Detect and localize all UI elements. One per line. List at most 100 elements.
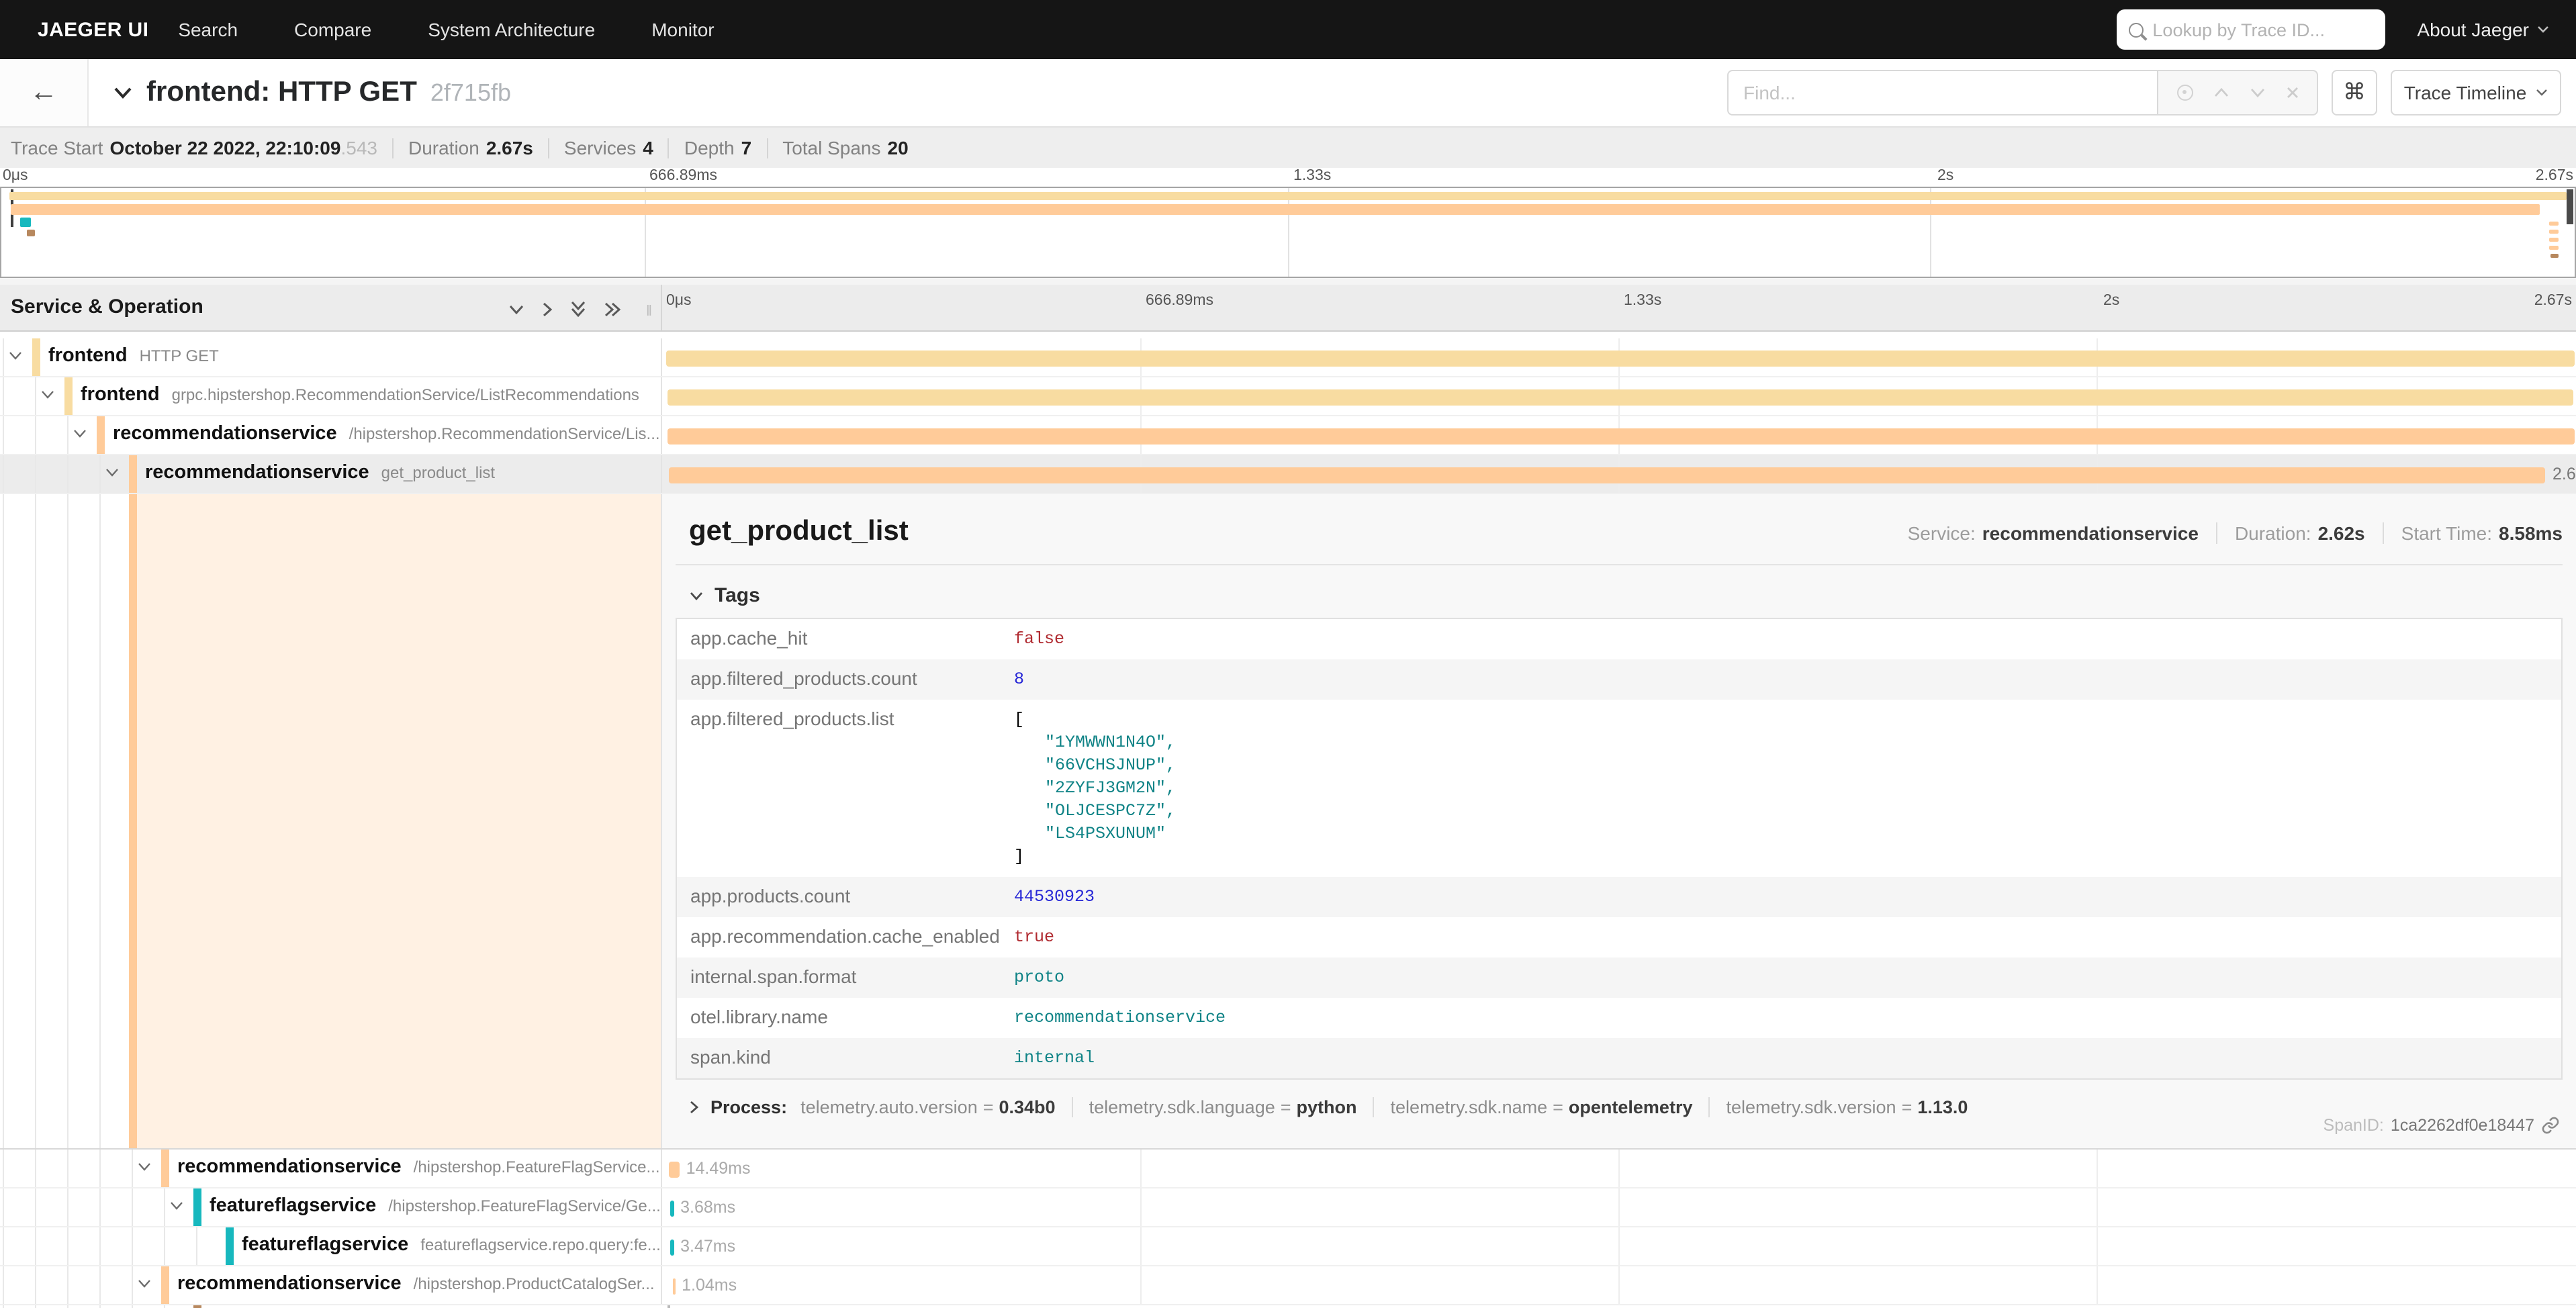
- trace-lookup-input[interactable]: [2152, 19, 2373, 40]
- command-icon: ⌘: [2343, 79, 2366, 106]
- find-input[interactable]: [1727, 70, 2157, 115]
- nav-item-system-architecture[interactable]: System Architecture: [428, 19, 595, 40]
- chevron-down-icon: [2536, 89, 2548, 97]
- collapse-trace-chevron-icon[interactable]: [113, 86, 133, 99]
- tick-label: 666.89ms: [649, 168, 717, 184]
- viewport-right-scrubber[interactable]: [2567, 189, 2573, 224]
- span-row[interactable]: recommendationserviceget_product_list2.6…: [0, 455, 2576, 494]
- clear-find-icon[interactable]: [2285, 86, 2299, 99]
- span-duration-bar[interactable]: [666, 351, 2574, 367]
- services-value: 4: [643, 137, 653, 158]
- process-row[interactable]: Process: telemetry.auto.version=0.34b0te…: [689, 1097, 2563, 1117]
- tag-value: false: [1014, 619, 1075, 659]
- span-service-name: recommendationservice/hipstershop.Produc…: [177, 1273, 655, 1295]
- tag-row: app.cache_hitfalse: [677, 619, 2561, 659]
- tag-key: span.kind: [677, 1038, 1014, 1076]
- trace-title: frontend: HTTP GET: [146, 77, 417, 109]
- span-collapse-chevron-icon[interactable]: [137, 1278, 152, 1289]
- nav-item-compare[interactable]: Compare: [294, 19, 371, 40]
- span-service-name: recommendationservice/hipstershop.Featur…: [177, 1156, 660, 1178]
- nav-item-search[interactable]: Search: [178, 19, 238, 40]
- span-duration-bar[interactable]: [668, 467, 2546, 483]
- deep-link-icon[interactable]: [2541, 1116, 2560, 1135]
- minimap-span-bar: [2549, 230, 2558, 234]
- tag-row: internal.span.formatproto: [677, 957, 2561, 998]
- span-collapse-chevron-icon[interactable]: [169, 1201, 184, 1211]
- process-key: telemetry.sdk.version: [1726, 1097, 1896, 1117]
- tag-row: app.products.count44530923: [677, 877, 2561, 917]
- nav-item-monitor[interactable]: Monitor: [651, 19, 714, 40]
- span-row[interactable]: featureflagservicefeatureflagservice.rep…: [0, 1227, 2576, 1266]
- span-collapse-chevron-icon[interactable]: [40, 389, 55, 400]
- prev-match-icon[interactable]: [2213, 87, 2229, 98]
- span-id-row: SpanID: 1ca2262df0e18447: [2324, 1116, 2560, 1135]
- span-collapse-chevron-icon[interactable]: [137, 1162, 152, 1172]
- timeline-tick-labels: 0μs 666.89ms 1.33s 2s 2.67s: [0, 293, 2576, 312]
- tag-key: app.filtered_products.list: [677, 700, 1014, 737]
- tag-key: internal.span.format: [677, 957, 1014, 995]
- span-row[interactable]: frontendHTTP GET: [0, 338, 2576, 377]
- span-duration-value: 2.62s: [2318, 522, 2365, 544]
- span-operation-name: featureflagservice.repo.query:fe...: [420, 1235, 661, 1254]
- tag-key: otel.library.name: [677, 998, 1014, 1035]
- tag-value: 44530923: [1014, 877, 1105, 917]
- trace-start-value: October 22 2022, 22:10:09.543: [109, 137, 377, 158]
- span-row[interactable]: frontendgrpc.hipstershop.RecommendationS…: [0, 377, 2576, 416]
- span-collapse-chevron-icon[interactable]: [8, 351, 23, 361]
- span-duration-label: 2.62s: [2552, 465, 2576, 483]
- about-jaeger-menu[interactable]: About Jaeger: [2417, 19, 2549, 40]
- span-detail-title: get_product_list: [689, 516, 909, 548]
- duration-label: Duration: [408, 137, 479, 158]
- span-row-partial[interactable]: [0, 1305, 2576, 1308]
- tags-section-title: Tags: [715, 584, 760, 607]
- process-value: python: [1297, 1097, 1357, 1117]
- span-collapse-chevron-icon[interactable]: [105, 467, 120, 478]
- span-color-bar: [161, 1150, 169, 1187]
- span-duration-bar[interactable]: [670, 1240, 674, 1256]
- tag-value: internal: [1014, 1038, 1105, 1078]
- back-button[interactable]: ←: [0, 59, 89, 126]
- span-duration-bar[interactable]: [670, 1201, 674, 1217]
- trace-view-selector[interactable]: Trace Timeline: [2391, 70, 2561, 115]
- span-operation-name: /hipstershop.FeatureFlagService...: [414, 1158, 660, 1176]
- span-duration-label: Duration:: [2235, 522, 2311, 544]
- focus-match-icon[interactable]: [2176, 85, 2193, 101]
- tick-label: 0μs: [666, 293, 692, 309]
- span-duration-label: 1.04ms: [682, 1276, 737, 1295]
- span-collapse-chevron-icon[interactable]: [73, 428, 87, 439]
- span-row[interactable]: featureflagservice/hipstershop.FeatureFl…: [0, 1188, 2576, 1227]
- span-row[interactable]: recommendationservice/hipstershop.Recomm…: [0, 416, 2576, 455]
- tag-row: app.recommendation.cache_enabledtrue: [677, 917, 2561, 957]
- app-logo[interactable]: JAEGER UI: [38, 18, 148, 41]
- find-buttons: [2157, 70, 2318, 115]
- span-color-bar: [226, 1227, 234, 1265]
- span-duration-bar[interactable]: [669, 1162, 680, 1178]
- search-icon: [2128, 22, 2143, 37]
- service-value: recommendationservice: [1982, 522, 2199, 544]
- trace-start-label: Trace Start: [11, 137, 103, 158]
- minimap-span-bar: [2549, 222, 2558, 226]
- total-spans-value: 20: [888, 137, 909, 158]
- span-row[interactable]: recommendationservice/hipstershop.Produc…: [0, 1266, 2576, 1305]
- span-service-name: frontendgrpc.hipstershop.RecommendationS…: [81, 384, 639, 406]
- process-key: telemetry.sdk.name: [1391, 1097, 1548, 1117]
- keyboard-shortcuts-button[interactable]: ⌘: [2332, 70, 2377, 115]
- next-match-icon[interactable]: [2249, 87, 2265, 98]
- span-operation-name: grpc.hipstershop.RecommendationService/L…: [172, 385, 639, 404]
- trace-timeline-minimap[interactable]: [0, 187, 2576, 278]
- span-row[interactable]: recommendationservice/hipstershop.Featur…: [0, 1150, 2576, 1188]
- service-label: Service:: [1908, 522, 1976, 544]
- start-time-label: Start Time:: [2401, 522, 2492, 544]
- tag-row: span.kindinternal: [677, 1038, 2561, 1078]
- tick-label: 2s: [2103, 293, 2119, 309]
- span-operation-name: /hipstershop.ProductCatalogSer...: [414, 1274, 655, 1293]
- span-duration-bar[interactable]: [673, 1278, 676, 1295]
- find-group: [1727, 70, 2318, 115]
- minimap-span-bar: [21, 218, 31, 227]
- span-color-bar: [161, 1266, 169, 1304]
- tags-section-toggle[interactable]: Tags: [689, 584, 2563, 607]
- tick-label: 2.67s: [2534, 293, 2572, 309]
- trace-id: 2f715fb: [430, 79, 511, 107]
- span-duration-bar[interactable]: [668, 428, 2575, 445]
- span-duration-bar[interactable]: [667, 389, 2573, 406]
